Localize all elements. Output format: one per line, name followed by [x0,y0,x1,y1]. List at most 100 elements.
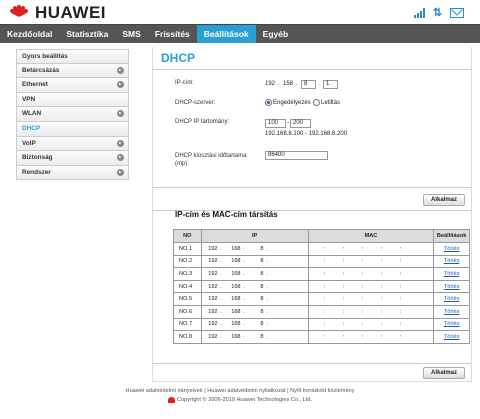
ip-cell: 192. 168. 8. [200,317,309,332]
sidebar-item-dhcp[interactable]: DHCP [16,121,129,137]
nav-other[interactable]: Egyéb [256,25,296,43]
ip-octet[interactable]: 168 [225,246,240,252]
table-row: NO.2 192. 168. 8.::::: Törlés [173,254,470,269]
ip-octet[interactable]: 168 [225,321,240,327]
lease-time-input[interactable]: 86400 [265,151,328,160]
ip-octet[interactable]: 8 [248,246,263,252]
sidebar-item-label: Rendszer [22,168,51,176]
ip-octet[interactable]: 192 [202,246,217,252]
ip-octet[interactable]: 8 [248,258,263,264]
ip-octet[interactable]: 168 [225,271,240,277]
sidebar-item-label: VoIP [22,139,36,147]
delete-link[interactable]: Törlés [444,321,460,327]
top-bar: HUAWEI ⇅ [0,0,480,24]
nav-settings[interactable]: Beállítások [196,25,256,43]
binding-title: IP-cím és MAC-cím társítás [175,210,278,219]
sidebar-item-label: DHCP [22,124,41,132]
ip-octet[interactable]: 168 [225,284,240,290]
ip-cell: 192. 168. 8. [200,254,309,269]
chevron-right-icon [117,168,124,176]
ip-mac-binding-table: NO IP MAC Beállítások NO.1 192. 168. 8.::::… [173,229,470,344]
divider [153,363,471,364]
ip-octet[interactable]: 192 [202,321,217,327]
ip-octet[interactable]: 168 [225,334,240,340]
column-header-settings: Beállítások [433,229,470,243]
ip-octet[interactable]: 192 [202,309,217,315]
mac-cell: ::::: [307,317,435,332]
row-number: NO.8 [173,330,202,344]
apply-button[interactable]: Alkalmaz [423,194,465,206]
action-cell: Törlés [433,254,470,269]
ip-octet[interactable]: 192 [202,284,217,290]
range-start-input[interactable]: 100 [265,119,286,128]
range-hint: 192.168.8.100 - 192.168.8.200 [265,131,348,137]
ip-octet[interactable]: 192 [202,271,217,277]
mac-cell: ::::: [307,292,435,306]
ip-octet[interactable]: 168 [225,309,240,315]
ip-octet[interactable]: 168 [225,296,240,302]
data-transfer-icon: ⇅ [432,7,442,19]
main-nav: Kezdőoldal Statisztika SMS Frissítés Beá… [0,24,480,43]
delete-link[interactable]: Törlés [444,258,460,264]
ip-octet[interactable]: 192 [202,296,217,302]
nav-sms[interactable]: SMS [115,25,147,43]
dhcp-enable-radio[interactable]: Engedélyezés [265,99,311,106]
ip-octet-4-input[interactable]: 1 [323,80,338,89]
sidebar-item-dialup[interactable]: Betárcsázás [16,63,129,79]
delete-link[interactable]: Törlés [444,334,460,340]
footer-copyright: Copyright © 2006-2019 Huawei Technologie… [0,396,480,405]
nav-home[interactable]: Kezdőoldal [0,25,59,43]
ip-octet[interactable]: 8 [248,321,263,327]
ip-octet-3-input[interactable]: 8 [301,80,316,89]
delete-link[interactable]: Törlés [444,284,460,290]
delete-link[interactable]: Törlés [444,296,460,302]
mac-cell: ::::: [307,279,435,294]
ip-octet[interactable]: 8 [248,284,263,290]
sms-icon[interactable] [450,7,464,18]
sidebar-item-voip[interactable]: VoIP [16,136,129,152]
delete-link[interactable]: Törlés [444,309,460,315]
divider [153,69,471,70]
chevron-right-icon [117,154,124,162]
ip-octet[interactable]: 192 [202,334,217,340]
ip-octet[interactable]: 192 [202,258,217,264]
ip-cell: 192. 168. 8. [200,330,309,344]
range-end-input[interactable]: 200 [290,119,311,128]
column-header-no: NO [173,229,202,243]
sidebar-item-quick-setup[interactable]: Gyors beállítás [16,49,129,64]
delete-link[interactable]: Törlés [444,271,460,277]
ip-octet[interactable]: 8 [248,334,263,340]
ip-octet[interactable]: 168 [225,258,240,264]
ip-cell: 192. 168. 8. [200,267,309,281]
nav-update[interactable]: Frissítés [148,25,197,43]
sidebar-item-label: Gyors beállítás [22,53,68,60]
nav-statistics[interactable]: Statisztika [59,25,115,43]
row-number: NO.5 [173,292,202,306]
action-cell: Törlés [433,292,470,306]
sidebar-item-ethernet[interactable]: Ethernet [16,78,129,93]
sidebar-item-label: VPN [22,95,36,103]
footer-links[interactable]: Huawei adatvédelmi irányelvek | Huawei a… [0,387,480,396]
sidebar-item-label: Biztonság [22,154,53,162]
dhcp-enable-label: Engedélyezés [273,100,311,107]
row-number: NO.6 [173,304,202,319]
ip-cell: 192. 168. 8. [200,242,309,256]
ip-octet-2: 158 [283,81,294,87]
row-number: NO.1 [173,242,202,256]
sidebar-item-system[interactable]: Rendszer [16,165,129,181]
binding-apply-button[interactable]: Alkalmaz [423,367,465,379]
ip-octet[interactable]: 8 [248,296,263,302]
ip-octet[interactable]: 8 [248,271,263,277]
ip-octet[interactable]: 8 [248,309,263,315]
sidebar-item-label: WLAN [22,110,42,118]
sidebar-item-wlan[interactable]: WLAN [16,107,129,122]
sidebar-item-security[interactable]: Biztonság [16,151,129,166]
dhcp-disable-radio[interactable]: Letiltás [313,99,340,106]
chevron-right-icon [117,139,124,147]
delete-link[interactable]: Törlés [444,246,460,252]
chevron-right-icon [117,81,124,89]
table-row: NO.1 192. 168. 8.::::: Törlés [173,242,470,256]
sidebar-item-vpn[interactable]: VPN [16,92,129,108]
huawei-logo-icon [168,396,176,403]
row-number: NO.3 [173,267,202,281]
